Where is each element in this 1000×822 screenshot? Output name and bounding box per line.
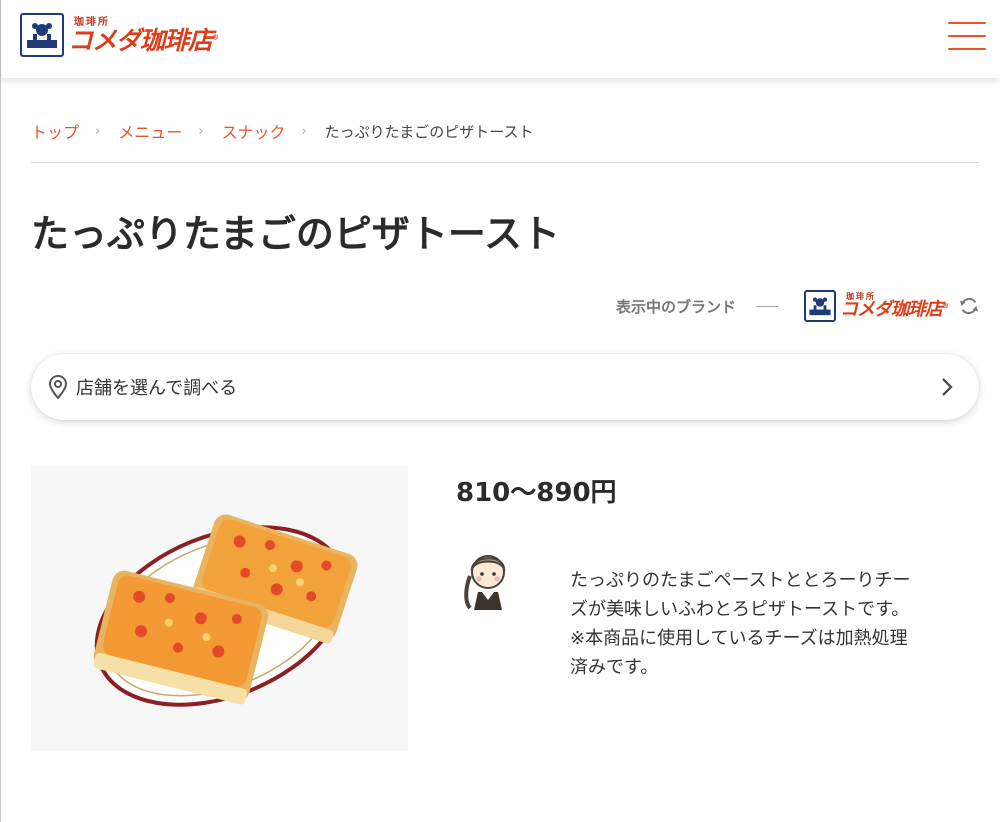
logo-main-label: コメダ珈琲店 xyxy=(68,25,213,55)
brand-registered-mark: ® xyxy=(942,302,949,310)
brand-indicator: 表示中のブランド 珈琲所 コメダ珈琲店® xyxy=(616,289,980,323)
breadcrumb-link-snack[interactable]: スナック xyxy=(221,119,285,143)
product-image xyxy=(31,466,408,751)
brand-logo-main-text: コメダ珈琲店® xyxy=(840,299,949,320)
site-logo[interactable]: 珈琲所 コメダ珈琲店® xyxy=(20,12,219,58)
brand-logo: 珈琲所 コメダ珈琲店® xyxy=(804,290,949,322)
komeda-emblem-icon xyxy=(20,13,64,57)
brand-logo-main-label: コメダ珈琲店 xyxy=(840,299,943,320)
chevron-right-icon: › xyxy=(95,123,101,139)
brand-label: 表示中のブランド xyxy=(615,297,736,316)
description-line: ズが美味しいふわとろピザトーストです。 xyxy=(570,599,910,620)
refresh-icon[interactable] xyxy=(958,295,980,317)
brand-divider xyxy=(756,305,778,307)
description-line: ※本商品に使用しているチーズは加熱処理 xyxy=(570,628,908,649)
hamburger-menu-icon[interactable] xyxy=(948,20,986,52)
brand-wordmark: 珈琲所 コメダ珈琲店® xyxy=(840,293,949,320)
breadcrumb-divider xyxy=(31,162,979,163)
staff-avatar-icon xyxy=(464,555,506,610)
breadcrumb-link-top[interactable]: トップ xyxy=(31,119,79,143)
breadcrumb-link-menu[interactable]: メニュー xyxy=(118,119,182,143)
product-description: たっぷりのたまごペーストととろーりチー ズが美味しいふわとろピザトーストです。 … xyxy=(570,566,970,682)
description-line: 済みです。 xyxy=(570,657,659,678)
description-line: たっぷりのたまごペーストととろーりチー xyxy=(570,570,911,591)
logo-main-text: コメダ珈琲店® xyxy=(68,25,219,55)
komeda-emblem-icon xyxy=(804,290,836,322)
logo-registered-mark: ® xyxy=(212,33,219,42)
store-search-label: 店舗を選んで調べる xyxy=(76,378,238,399)
page-left-border xyxy=(0,78,1,822)
map-pin-icon xyxy=(48,375,68,399)
chevron-right-icon: › xyxy=(301,123,307,139)
product-price: 810〜890円 xyxy=(456,478,617,508)
breadcrumb-current: たっぷりたまごのピザトースト xyxy=(324,122,534,141)
chevron-right-icon: › xyxy=(198,123,204,139)
site-header: 珈琲所 コメダ珈琲店® xyxy=(0,0,1000,78)
chevron-right-icon xyxy=(942,378,953,396)
logo-wordmark: 珈琲所 コメダ珈琲店® xyxy=(68,17,219,55)
page-title: たっぷりたまごのピザトースト xyxy=(31,212,560,256)
store-search-button[interactable]: 店舗を選んで調べる xyxy=(31,354,979,420)
breadcrumb: トップ › メニュー › スナック › たっぷりたまごのピザトースト xyxy=(31,119,979,143)
